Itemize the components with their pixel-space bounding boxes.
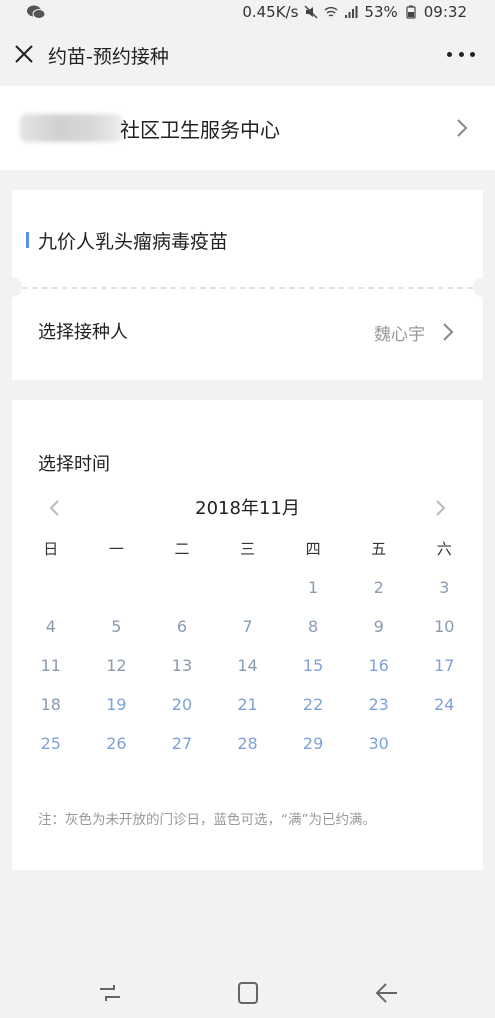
calendar-day-unavailable: 14 [237, 656, 258, 675]
person-value: 魏心宇 [374, 325, 425, 345]
wechat-icon [27, 5, 46, 19]
calendar-week-row: 25 26 27 28 29 30 [18, 734, 477, 753]
weekday-label: 日 [43, 540, 59, 558]
calendar-day-unavailable: 8 [308, 617, 319, 636]
signal-icon [345, 6, 358, 18]
ticket-notch-left [2, 277, 22, 297]
calendar-day-available[interactable]: 20 [149, 695, 215, 714]
calendar-day-unavailable: 5 [111, 617, 122, 636]
system-nav-bar [0, 966, 495, 1018]
hospital-selector[interactable]: 社区卫生服务中心 [0, 86, 495, 170]
chevron-right-icon [457, 119, 468, 137]
calendar-day-empty [149, 578, 215, 597]
calendar-day-available[interactable]: 19 [84, 695, 150, 714]
more-dot [470, 51, 475, 57]
calendar-day-unavailable: 2 [373, 578, 384, 597]
vaccine-name: 九价人乳头瘤病毒疫苗 [38, 231, 229, 253]
calendar-day-unavailable: 9 [373, 617, 384, 636]
weekday-label: 六 [436, 540, 452, 558]
calendar-day-unavailable: 10 [434, 617, 455, 636]
weekday-label: 五 [371, 540, 387, 558]
month-label: 2018年11月 [195, 498, 300, 519]
back-icon[interactable] [372, 980, 400, 1006]
more-dot [447, 51, 452, 57]
calendar-day-empty [18, 578, 84, 597]
calendar-day-unavailable: 7 [242, 617, 253, 636]
chevron-right-icon [443, 323, 454, 341]
battery-icon [406, 5, 416, 19]
calendar-week-row: 11 12 13 14 15 16 17 [18, 656, 477, 675]
more-dot [458, 51, 464, 57]
battery-percent: 53% [364, 3, 398, 21]
calendar-day-unavailable: 18 [40, 695, 61, 714]
person-label: 选择接种人 [38, 322, 128, 343]
wifi-icon [324, 7, 338, 17]
hospital-name: 社区卫生服务中心 [120, 118, 280, 142]
calendar-day-available[interactable]: 28 [215, 734, 281, 753]
status-bar: 0.45K/s 53% 09:32 [0, 0, 495, 26]
vaccine-card: 九价人乳头瘤病毒疫苗 选择接种人 魏心宇 [2, 190, 493, 380]
calendar-day-empty [215, 578, 281, 597]
date-section-title: 选择时间 [38, 454, 110, 475]
calendar-day-empty [84, 578, 150, 597]
mute-icon [304, 5, 318, 19]
calendar-day-available[interactable]: 15 [280, 656, 346, 675]
calendar-day-available[interactable]: 24 [411, 695, 477, 714]
close-icon[interactable] [12, 42, 36, 66]
calendar-week-row: 4 5 6 7 8 9 10 [18, 617, 477, 636]
chevron-right-icon[interactable] [435, 499, 447, 517]
calendar-day-available[interactable]: 25 [18, 734, 84, 753]
ticket-notch-right [473, 277, 493, 297]
calendar-day-unavailable: 4 [45, 617, 56, 636]
weekday-label: 四 [305, 540, 321, 558]
calendar-day-empty [411, 734, 477, 753]
accent-bar [26, 232, 29, 248]
calendar-week-row: 18 19 20 21 22 23 24 [18, 695, 477, 714]
month-header: 2018年11月 [12, 492, 483, 522]
calendar-day-available[interactable]: 29 [280, 734, 346, 753]
calendar-day-unavailable: 11 [40, 656, 61, 675]
network-speed: 0.45K/s [242, 3, 299, 21]
calendar-day-unavailable: 12 [106, 656, 127, 675]
clock: 09:32 [423, 3, 467, 21]
calendar-day-unavailable: 1 [308, 578, 319, 597]
recents-icon[interactable] [96, 980, 124, 1006]
calendar-day-available[interactable]: 17 [411, 656, 477, 675]
weekday-header: 日一二三四五六 [18, 538, 477, 559]
date-picker-card: 选择时间 2018年11月 日一二三四五六 1 2 3 4 5 6 7 8 9 10 11 12 13 1… [12, 400, 483, 870]
legend-note: 注：灰色为未开放的门诊日，蓝色可选，“满”为已约满。 [38, 812, 376, 828]
weekday-label: 一 [108, 540, 124, 558]
page-title: 约苗-预约接种 [48, 46, 169, 68]
weekday-label: 二 [174, 540, 190, 558]
calendar-day-available[interactable]: 22 [280, 695, 346, 714]
calendar-day-available[interactable]: 23 [346, 695, 412, 714]
calendar-day-unavailable: 13 [171, 656, 193, 675]
calendar-day-available[interactable]: 27 [149, 734, 215, 753]
nav-bar: 约苗-预约接种 [0, 26, 495, 84]
calendar-day-available[interactable]: 16 [346, 656, 412, 675]
select-person-row[interactable]: 选择接种人 魏心宇 [12, 298, 483, 370]
weekday-label: 三 [240, 540, 256, 558]
calendar-day-unavailable: 3 [439, 578, 450, 597]
calendar-day-available[interactable]: 26 [84, 734, 150, 753]
calendar-day-available[interactable]: 21 [215, 695, 281, 714]
calendar-day-unavailable: 6 [176, 617, 188, 636]
calendar-week-row: 1 2 3 [18, 578, 477, 597]
calendar-day-available[interactable]: 30 [346, 734, 412, 753]
divider [12, 287, 483, 289]
redacted-name [20, 114, 122, 142]
home-icon[interactable] [234, 980, 262, 1006]
more-icon[interactable] [447, 42, 475, 66]
